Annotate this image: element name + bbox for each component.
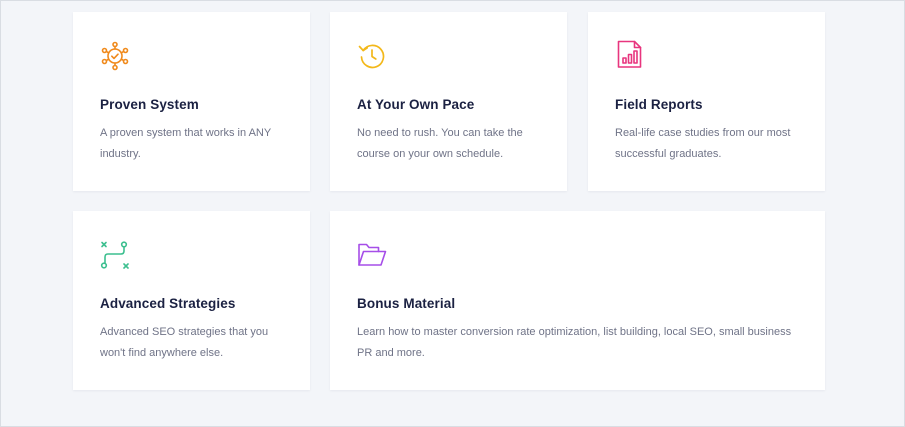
strategy-path-icon bbox=[100, 240, 130, 270]
clock-rewind-icon bbox=[357, 41, 387, 71]
report-chart-icon bbox=[615, 39, 645, 69]
feature-title: Bonus Material bbox=[357, 296, 456, 311]
feature-description: No need to rush. You can take the course… bbox=[357, 127, 523, 160]
feature-description: Real-life case studies from our most suc… bbox=[615, 127, 791, 160]
feature-card-advanced-strategies: Advanced Strategies Advanced SEO strateg… bbox=[73, 211, 310, 390]
feature-card-own-pace: At Your Own Pace No need to rush. You ca… bbox=[330, 12, 567, 191]
feature-card-field-reports: Field Reports Real-life case studies fro… bbox=[588, 12, 825, 191]
feature-title: Proven System bbox=[100, 97, 199, 112]
feature-description: A proven system that works in ANY indust… bbox=[100, 127, 271, 160]
folder-open-icon bbox=[357, 240, 387, 270]
gear-network-icon bbox=[100, 41, 130, 71]
feature-title: Advanced Strategies bbox=[100, 296, 236, 311]
feature-title: At Your Own Pace bbox=[357, 97, 475, 112]
feature-card-proven-system: Proven System A proven system that works… bbox=[73, 12, 310, 191]
features-section: Proven System A proven system that works… bbox=[0, 0, 905, 427]
feature-description: Learn how to master conversion rate opti… bbox=[357, 326, 792, 359]
feature-description: Advanced SEO strategies that you won't f… bbox=[100, 326, 269, 359]
feature-title: Field Reports bbox=[615, 97, 703, 112]
feature-card-bonus-material: Bonus Material Learn how to master conve… bbox=[330, 211, 825, 390]
